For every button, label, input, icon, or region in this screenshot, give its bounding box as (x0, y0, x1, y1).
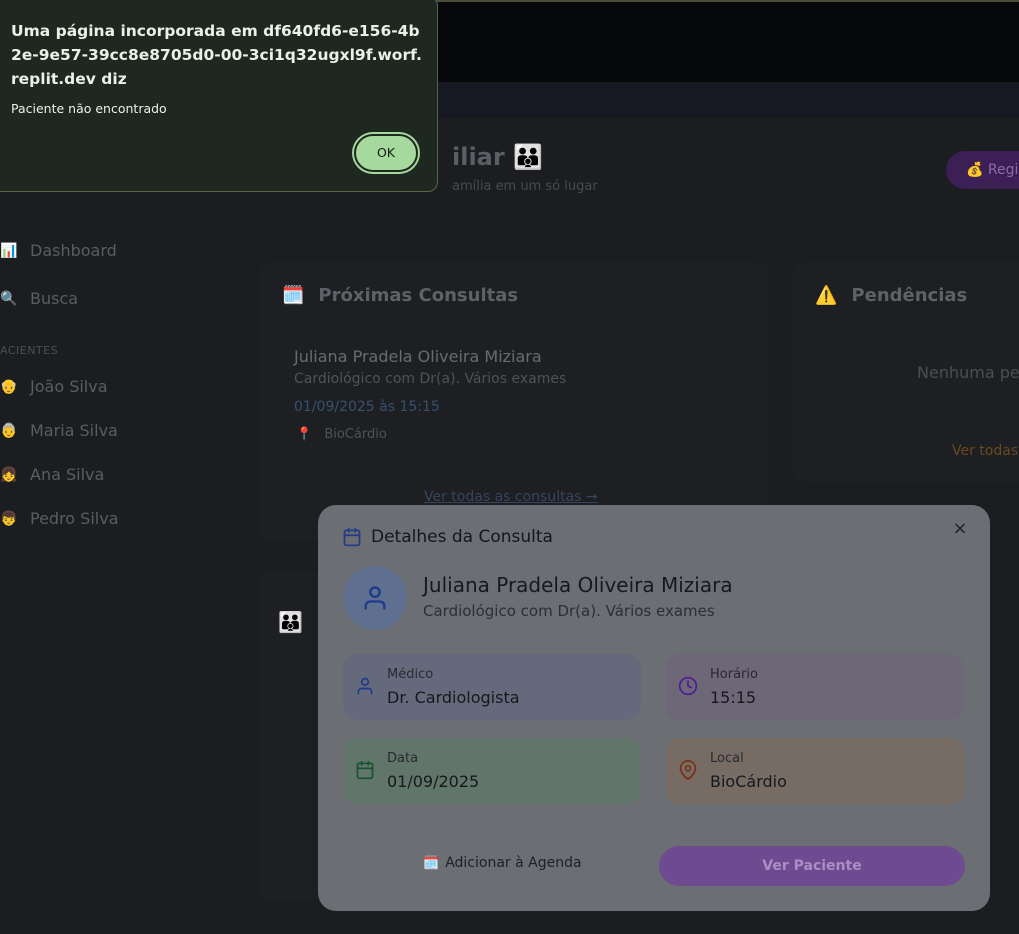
location-value: BioCárdio (710, 772, 787, 791)
card-title-label: Pendências (851, 285, 968, 306)
calendar-icon (356, 760, 374, 780)
page-subtitle: amília em um só lugar (452, 179, 598, 194)
map-pin-icon (679, 760, 697, 780)
card-title-label: Próximas Consultas (318, 285, 519, 306)
clock-icon (678, 676, 698, 696)
add-to-calendar-button[interactable]: 🗓️ Adicionar à Agenda (423, 855, 582, 871)
appointment-location-label: BioCárdio (324, 427, 387, 442)
appointment-subtitle: Cardiológico com Dr(a). Vários exames (294, 371, 567, 387)
register-button[interactable]: 💰 Regi (946, 151, 1019, 189)
upcoming-appointments-title: 🗓️ Próximas Consultas (282, 285, 518, 306)
page-title: iliar 👪 (452, 143, 543, 171)
browser-alert-dialog: Uma página incorporada em df640fd6-e156-… (0, 0, 438, 192)
pending-empty-text: Nenhuma pe (917, 363, 1019, 382)
alert-message: Paciente não encontrado (11, 101, 167, 116)
calendar-icon: 🗓️ (423, 855, 440, 871)
search-icon: 🔍 (0, 290, 18, 307)
user-icon (364, 586, 386, 610)
appointment-details-modal: Detalhes da Consulta × Juliana Pradela O… (318, 505, 990, 911)
location-label: Local (710, 751, 744, 766)
doctor-value: Dr. Cardiologista (387, 688, 520, 707)
doctor-label: Médico (387, 667, 434, 682)
chart-icon: 📊 (0, 242, 18, 259)
elder-man-icon: 👴 (0, 378, 18, 395)
calendar-icon: 🗓️ (282, 285, 305, 306)
sidebar-item-search[interactable]: 🔍 Busca (0, 289, 78, 308)
modal-header: Detalhes da Consulta (342, 527, 553, 547)
ok-button[interactable]: OK (354, 134, 418, 172)
add-to-calendar-label: Adicionar à Agenda (445, 855, 582, 871)
date-value: 01/09/2025 (387, 772, 480, 791)
doctor-info: Médico Dr. Cardiologista (343, 654, 641, 720)
sidebar-item-label: João Silva (30, 377, 108, 396)
girl-icon: 👧 (0, 466, 18, 483)
avatar (343, 566, 407, 630)
patient-subtitle: Cardiológico com Dr(a). Vários exames (423, 602, 715, 620)
sidebar-item-dashboard[interactable]: 📊 Dashboard (0, 241, 117, 260)
warning-icon: ⚠️ (815, 285, 838, 306)
alert-title: Uma página incorporada em df640fd6-e156-… (11, 22, 422, 88)
date-label: Data (387, 751, 419, 766)
sidebar-item-patient[interactable]: 👧 Ana Silva (0, 465, 104, 484)
user-icon (357, 677, 373, 695)
appointment-patient-name[interactable]: Juliana Pradela Oliveira Miziara (294, 347, 542, 366)
sidebar-item-label: Ana Silva (30, 465, 105, 484)
time-info: Horário 15:15 (666, 654, 964, 720)
view-patient-button[interactable]: Ver Paciente (659, 846, 965, 886)
pending-title: ⚠️ Pendências (815, 285, 967, 306)
patient-name: Juliana Pradela Oliveira Miziara (423, 573, 733, 597)
time-value: 15:15 (710, 688, 757, 707)
location-info: Local BioCárdio (666, 738, 964, 804)
sidebar-item-patient[interactable]: 👵 Maria Silva (0, 421, 118, 440)
sidebar-item-label: Maria Silva (30, 421, 118, 440)
appointment-location: 📍 BioCárdio (296, 427, 387, 442)
time-label: Horário (710, 667, 758, 682)
sidebar-heading-patients: ACIENTES (0, 344, 59, 357)
pin-icon: 📍 (296, 427, 313, 442)
sidebar-item-patient[interactable]: 👴 João Silva (0, 377, 108, 396)
family-icon: 👪 (278, 610, 303, 634)
sidebar-item-label: Pedro Silva (30, 509, 119, 528)
sidebar-item-label: Busca (30, 289, 79, 308)
date-info: Data 01/09/2025 (343, 738, 641, 804)
modal-title: Detalhes da Consulta (371, 527, 553, 547)
close-icon[interactable]: × (950, 519, 970, 539)
sidebar-item-label: Dashboard (30, 241, 117, 260)
see-all-appointments-link[interactable]: Ver todas as consultas → (424, 489, 598, 505)
see-all-pending-link[interactable]: Ver todas (952, 443, 1018, 459)
sidebar-item-patient[interactable]: 👦 Pedro Silva (0, 509, 119, 528)
boy-icon: 👦 (0, 510, 18, 527)
appointment-datetime: 01/09/2025 às 15:15 (294, 399, 440, 415)
calendar-icon (343, 527, 361, 547)
elder-woman-icon: 👵 (0, 422, 18, 439)
